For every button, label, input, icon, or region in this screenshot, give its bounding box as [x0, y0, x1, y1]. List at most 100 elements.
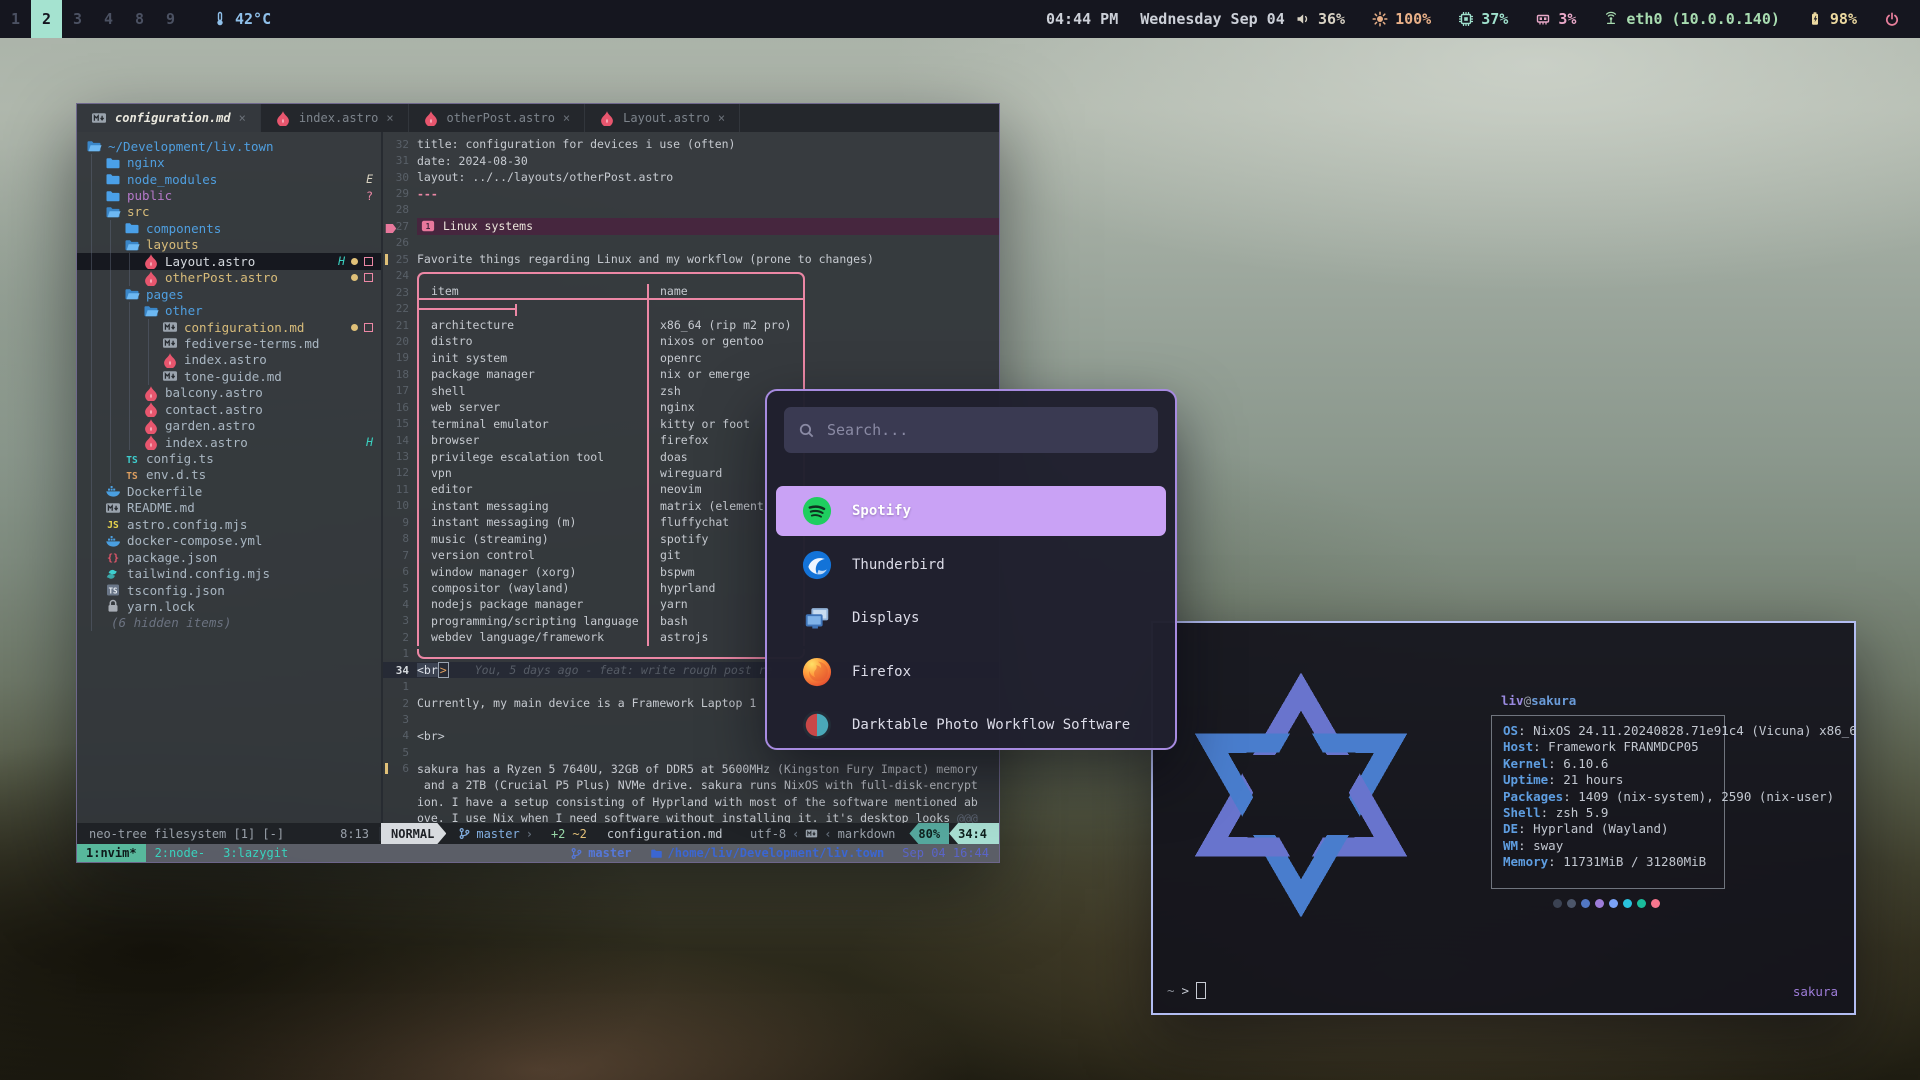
status-module-power[interactable]	[1884, 11, 1900, 27]
tree-item-markers	[351, 273, 373, 282]
tree-item-Layout.astro[interactable]: Layout.astroH	[77, 253, 381, 269]
tmux-window-2:node-[interactable]: 2:node-	[146, 844, 215, 862]
status-module-network[interactable]: eth0 (10.0.0.140)	[1603, 10, 1780, 28]
clock-module[interactable]: 04:44 PM Wednesday Sep 04	[1046, 10, 1285, 28]
table-cell-name: nixos or gentoo	[647, 333, 803, 349]
tree-item-README.md[interactable]: README.md	[77, 500, 381, 516]
tree-item-public[interactable]: public?	[77, 187, 381, 203]
tab-close-icon[interactable]: ×	[563, 111, 570, 125]
gutter: 7	[383, 549, 417, 562]
tree-item-yarn.lock[interactable]: yarn.lock	[77, 598, 381, 614]
tree-item-Dockerfile[interactable]: Dockerfile	[77, 483, 381, 499]
tmux-window-3:lazygit[interactable]: 3:lazygit	[214, 844, 297, 862]
launcher-item-Displays[interactable]: Displays	[776, 593, 1166, 643]
editor-tab-index.astro[interactable]: index.astro×	[261, 104, 409, 132]
tree-item-astro.config.mjs[interactable]: JSastro.config.mjs	[77, 516, 381, 532]
tree-item-docker-compose.yml[interactable]: docker-compose.yml	[77, 533, 381, 549]
status-module-volume[interactable]: 36%	[1295, 10, 1345, 28]
buffer-line[interactable]: 29---	[383, 185, 999, 201]
tree-item--Development-liv.town[interactable]: ~/Development/liv.town	[77, 138, 381, 154]
buffer-line[interactable]: 32title: configuration for devices i use…	[383, 136, 999, 152]
buffer-line[interactable]: 31date: 2024-08-30	[383, 152, 999, 168]
tree-item-fediverse-terms.md[interactable]: fediverse-terms.md	[77, 335, 381, 351]
gutter: 31	[383, 154, 417, 167]
workspace-button-8[interactable]: 8	[124, 0, 155, 38]
launcher-item-Thunderbird[interactable]: Thunderbird	[776, 540, 1166, 590]
buffer-line[interactable]: 6sakura has a Ryzen 5 7640U, 32GB of DDR…	[383, 761, 999, 777]
workspace-button-2[interactable]: 2	[31, 0, 62, 38]
indent-guide	[129, 434, 143, 450]
buffer-line[interactable]: 22	[383, 300, 999, 316]
palette-dot	[1567, 899, 1576, 908]
buffer-line[interactable]: and a 2TB (Crucial P5 Plus) NVMe drive. …	[383, 777, 999, 793]
launcher-item-Spotify[interactable]: Spotify	[776, 486, 1166, 536]
tree-item-src[interactable]: src	[77, 204, 381, 220]
buffer-line[interactable]: ion. I have a setup consisting of Hyprla…	[383, 794, 999, 810]
indent-guide	[91, 434, 105, 450]
tree-item-balcony.astro[interactable]: balcony.astro	[77, 385, 381, 401]
tree-item-nginx[interactable]: nginx	[77, 154, 381, 170]
tree-item-other[interactable]: other	[77, 302, 381, 318]
buffer-line[interactable]: 25Favorite things regarding Linux and my…	[383, 251, 999, 267]
tree-item-index.astro[interactable]: index.astroH	[77, 434, 381, 450]
gutter: 19	[383, 351, 417, 364]
editor-tab-configuration.md[interactable]: configuration.md×	[77, 104, 261, 132]
tree-item-tsconfig.json[interactable]: TStsconfig.json	[77, 582, 381, 598]
editor-tab-Layout.astro[interactable]: Layout.astro×	[585, 104, 740, 132]
tree-item-index.astro[interactable]: index.astro	[77, 352, 381, 368]
workspace-button-9[interactable]: 9	[155, 0, 186, 38]
table-cell-name: name	[647, 284, 803, 300]
tmux-window-1:nvim*[interactable]: 1:nvim*	[77, 844, 146, 862]
frontmatter-delimiter: ---	[417, 187, 438, 201]
status-module-brightness[interactable]: 100%	[1372, 10, 1431, 28]
buffer-line[interactable]: 24	[383, 268, 999, 284]
folder-icon	[105, 155, 121, 171]
workspace-button-4[interactable]: 4	[93, 0, 124, 38]
tree-item-contact.astro[interactable]: contact.astro	[77, 401, 381, 417]
tab-close-icon[interactable]: ×	[239, 111, 246, 125]
buffer-line[interactable]: 26	[383, 235, 999, 251]
tree-item-configuration.md[interactable]: configuration.md	[77, 319, 381, 335]
buffer-line[interactable]: 19init systemopenrc	[383, 350, 999, 366]
buffer-line[interactable]: 30layout: ../../layouts/otherPost.astro	[383, 169, 999, 185]
tree-item-otherPost.astro[interactable]: otherPost.astro	[77, 270, 381, 286]
tree-item-tone-guide.md[interactable]: tone-guide.md	[77, 368, 381, 384]
tree-item-layouts[interactable]: layouts	[77, 237, 381, 253]
tab-close-icon[interactable]: ×	[386, 111, 393, 125]
buffer-line[interactable]: ove. I use Nix when I need software with…	[383, 810, 999, 823]
buffer-line[interactable]: 21architecturex86_64 (rip m2 pro)	[383, 317, 999, 333]
launcher-item-label: Darktable Photo Workflow Software	[852, 717, 1130, 733]
module-value: eth0 (10.0.0.140)	[1626, 10, 1780, 28]
git-branch-name: master	[476, 827, 519, 841]
tree-item-components[interactable]: components	[77, 220, 381, 236]
indent-guide	[110, 467, 124, 483]
astro-icon	[275, 110, 291, 126]
tree-item-config.ts[interactable]: TSconfig.ts	[77, 450, 381, 466]
tree-item-node-modules[interactable]: node_modulesE	[77, 171, 381, 187]
editor-tab-otherPost.astro[interactable]: otherPost.astro×	[409, 104, 586, 132]
folder-icon	[124, 220, 140, 236]
tree-item-garden.astro[interactable]: garden.astro	[77, 417, 381, 433]
buffer-line[interactable]: 18package managernix or emerge	[383, 366, 999, 382]
buffer-line[interactable]: 28	[383, 202, 999, 218]
tree-item-pages[interactable]: pages	[77, 286, 381, 302]
tree-item-env.d.ts[interactable]: TSenv.d.ts	[77, 467, 381, 483]
launcher-item-Firefox[interactable]: Firefox	[776, 647, 1166, 697]
tab-close-icon[interactable]: ×	[718, 111, 725, 125]
buffer-line[interactable]: 20distronixos or gentoo	[383, 333, 999, 349]
gutter: 14	[383, 434, 417, 447]
buffer-line[interactable]: 23itemname	[383, 284, 999, 300]
launcher-item-Darktable[interactable]: Darktable Photo Workflow Software	[776, 700, 1166, 750]
tree-item-tailwind.config.mjs[interactable]: tailwind.config.mjs	[77, 565, 381, 581]
buffer-line[interactable]: 271Linux systems	[383, 218, 999, 234]
tree-item--6-hidden-items-[interactable]: (6 hidden items)	[77, 615, 381, 631]
workspace-button-1[interactable]: 1	[0, 0, 31, 38]
launcher-search-input[interactable]: Search...	[784, 407, 1158, 453]
markdown-heading: 1Linux systems	[417, 218, 999, 234]
battery-icon	[1807, 11, 1823, 27]
shell-prompt[interactable]: ~ >	[1167, 982, 1206, 999]
tree-item-package.json[interactable]: {}package.json	[77, 549, 381, 565]
workspace-button-3[interactable]: 3	[62, 0, 93, 38]
table-row: vpnwireguard	[417, 465, 805, 481]
table-row: editorneovim	[417, 481, 805, 497]
